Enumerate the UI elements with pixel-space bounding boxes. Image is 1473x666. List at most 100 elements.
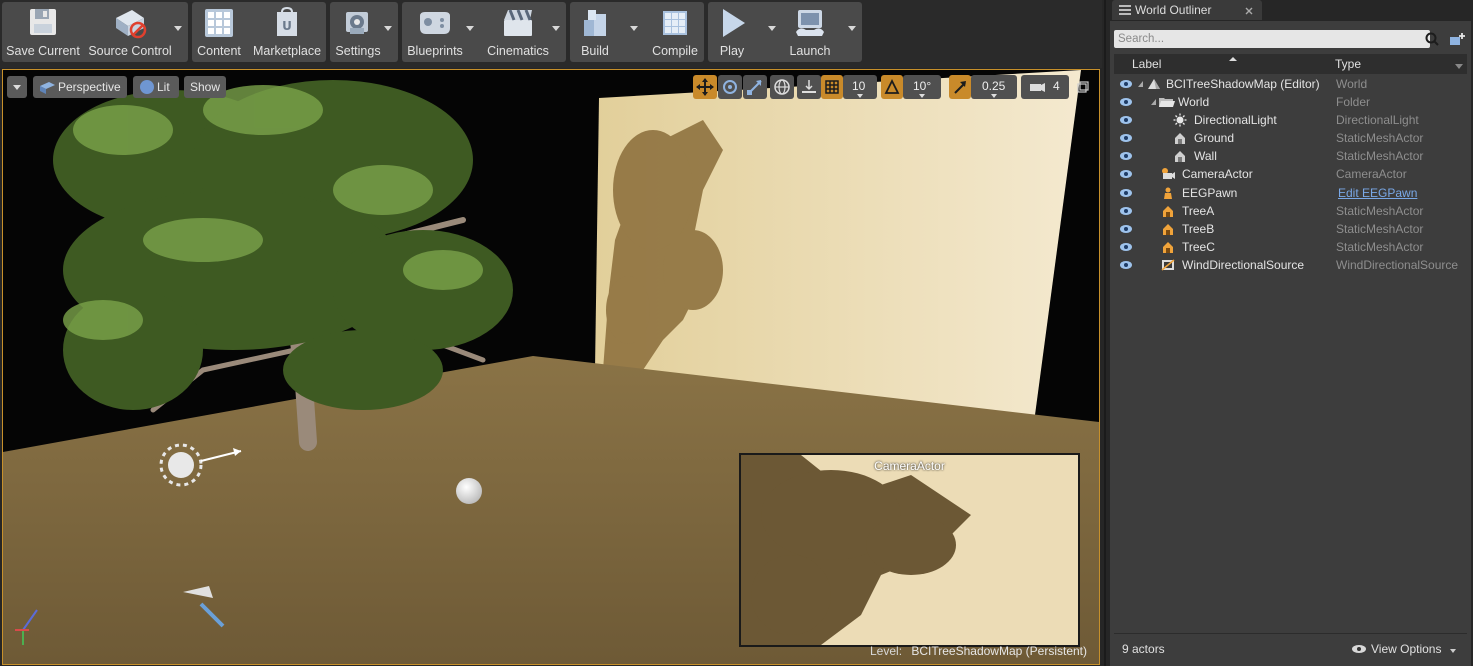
expanded-arrow-icon[interactable]	[1137, 77, 1145, 91]
blueprints-button[interactable]: Blueprints	[404, 2, 466, 62]
grid-snap-value[interactable]: 10	[843, 75, 877, 99]
marketplace-button[interactable]: U Marketplace	[248, 2, 326, 62]
outliner-search-input[interactable]	[1114, 30, 1430, 48]
edit-eegpawn-link[interactable]: Edit EEGPawn	[1338, 184, 1417, 202]
launch-icon	[796, 10, 824, 36]
camera-speed-icon	[1030, 83, 1045, 92]
settings-button[interactable]: Settings	[332, 2, 384, 62]
launch-button[interactable]: Launch	[782, 2, 838, 62]
world-local-toggle[interactable]	[770, 75, 794, 99]
play-icon	[723, 9, 745, 37]
perspective-cube-icon	[40, 82, 55, 94]
svg-text:U: U	[282, 19, 292, 33]
compile-button[interactable]: Compile	[648, 2, 702, 62]
build-dropdown-arrow[interactable]	[630, 26, 638, 31]
level-prefix: Level:	[870, 644, 903, 658]
perspective-button[interactable]: Perspective	[33, 76, 127, 98]
outliner-row-winddirectionalsource[interactable]: WindDirectionalSource WindDirectionalSou…	[1114, 256, 1467, 274]
rotation-snap-toggle[interactable]	[881, 75, 903, 99]
maximize-viewport-icon[interactable]	[1077, 80, 1089, 93]
compile-icon	[663, 11, 687, 35]
row-label: Ground	[1194, 131, 1235, 146]
scale-arrow-icon	[954, 81, 966, 94]
level-name: BCITreeShadowMap (Persistent)	[911, 644, 1087, 658]
source-control-label: Source Control	[88, 44, 172, 58]
marketplace-icon: U	[277, 6, 297, 36]
visibility-eye-icon[interactable]	[1119, 151, 1133, 161]
outliner-row-wall[interactable]: Wall StaticMeshActor	[1114, 147, 1467, 165]
launch-dropdown-arrow[interactable]	[848, 26, 856, 31]
outliner-row-treea[interactable]: TreeA StaticMeshActor	[1114, 202, 1467, 220]
outliner-row-treeb[interactable]: TreeB StaticMeshActor	[1114, 220, 1467, 238]
outliner-row-directionallight[interactable]: DirectionalLight DirectionalLight	[1114, 111, 1467, 129]
cinematics-button[interactable]: Cinematics	[484, 2, 552, 62]
scale-mode-button[interactable]	[743, 75, 767, 99]
surface-snap-button[interactable]	[797, 75, 821, 99]
scale-snap-toggle[interactable]	[949, 75, 971, 99]
visibility-eye-icon[interactable]	[1119, 242, 1133, 252]
move-arrows-icon	[696, 78, 714, 96]
play-button[interactable]: Play	[710, 2, 754, 62]
visibility-eye-icon[interactable]	[1119, 133, 1133, 143]
outliner-row-ground[interactable]: Ground StaticMeshActor	[1114, 129, 1467, 147]
grid-icon	[825, 80, 839, 94]
perspective-label: Perspective	[58, 80, 121, 94]
source-control-button[interactable]: Source Control	[86, 2, 174, 62]
row-label: CameraActor	[1182, 167, 1253, 182]
cinematics-label: Cinematics	[487, 44, 549, 58]
viewport-options-button[interactable]	[7, 76, 27, 98]
lit-button[interactable]: Lit	[133, 76, 179, 98]
scale-snap-value[interactable]: 0.25	[971, 75, 1017, 99]
level-viewport[interactable]: Perspective Lit Show 10 10° 0.25 4 Camer…	[2, 69, 1100, 665]
save-current-button[interactable]: Save Current	[4, 2, 82, 62]
outliner-row-treec[interactable]: TreeC StaticMeshActor	[1114, 238, 1467, 256]
play-dropdown-arrow[interactable]	[768, 26, 776, 31]
search-icon[interactable]	[1424, 31, 1440, 47]
outliner-row-world-folder[interactable]: World Folder	[1114, 93, 1467, 111]
row-type: StaticMeshActor	[1336, 239, 1424, 254]
translate-mode-button[interactable]	[693, 75, 717, 99]
view-options-button[interactable]: View Options	[1349, 640, 1459, 660]
world-outliner-tab[interactable]: World Outliner	[1112, 0, 1262, 20]
column-type[interactable]: Type	[1335, 54, 1361, 74]
outliner-row-cameraactor[interactable]: CameraActor CameraActor	[1114, 165, 1467, 183]
close-icon[interactable]	[1244, 6, 1254, 16]
cinematics-dropdown-arrow[interactable]	[552, 26, 560, 31]
visibility-eye-icon[interactable]	[1119, 97, 1133, 107]
chevron-down-icon[interactable]	[1454, 63, 1464, 71]
column-label[interactable]: Label	[1132, 54, 1161, 74]
static-mesh-icon	[1163, 205, 1173, 217]
visibility-eye-icon[interactable]	[1119, 79, 1133, 89]
camera-speed-button[interactable]: 4	[1021, 75, 1069, 99]
eeg-pawn-sphere[interactable]	[456, 478, 482, 504]
blueprints-dropdown-arrow[interactable]	[466, 26, 474, 31]
row-type: StaticMeshActor	[1336, 149, 1424, 164]
visibility-eye-icon[interactable]	[1119, 188, 1133, 198]
grid-snap-toggle[interactable]	[821, 75, 843, 99]
outliner-row-eegpawn[interactable]: EEGPawn Edit EEGPawn	[1114, 184, 1467, 202]
scale-icon	[747, 80, 762, 95]
visibility-eye-icon[interactable]	[1119, 206, 1133, 216]
show-button[interactable]: Show	[184, 76, 226, 98]
row-type: CameraActor	[1336, 167, 1407, 182]
outliner-column-header: Label Type	[1114, 54, 1467, 74]
row-label: Wall	[1194, 149, 1217, 164]
build-button[interactable]: Build	[572, 2, 618, 62]
save-current-label: Save Current	[6, 44, 80, 58]
cinematics-icon	[504, 9, 532, 36]
visibility-eye-icon[interactable]	[1119, 169, 1133, 179]
visibility-eye-icon[interactable]	[1119, 115, 1133, 125]
settings-dropdown-arrow[interactable]	[384, 26, 392, 31]
outliner-row-bcitreeshadowmap[interactable]: BCITreeShadowMap (Editor) World	[1114, 75, 1467, 93]
camera-speed-text: 4	[1053, 79, 1060, 93]
rotate-mode-button[interactable]	[718, 75, 742, 99]
static-mesh-icon	[1163, 223, 1173, 235]
expanded-arrow-icon[interactable]	[1150, 95, 1158, 109]
visibility-eye-icon[interactable]	[1119, 260, 1133, 270]
add-actor-icon[interactable]	[1448, 31, 1466, 47]
source-control-dropdown-arrow[interactable]	[174, 26, 182, 31]
camera-preview-title: CameraActor	[874, 459, 945, 473]
rotation-snap-value[interactable]: 10°	[903, 75, 941, 99]
visibility-eye-icon[interactable]	[1119, 224, 1133, 234]
content-button[interactable]: Content	[194, 2, 244, 62]
